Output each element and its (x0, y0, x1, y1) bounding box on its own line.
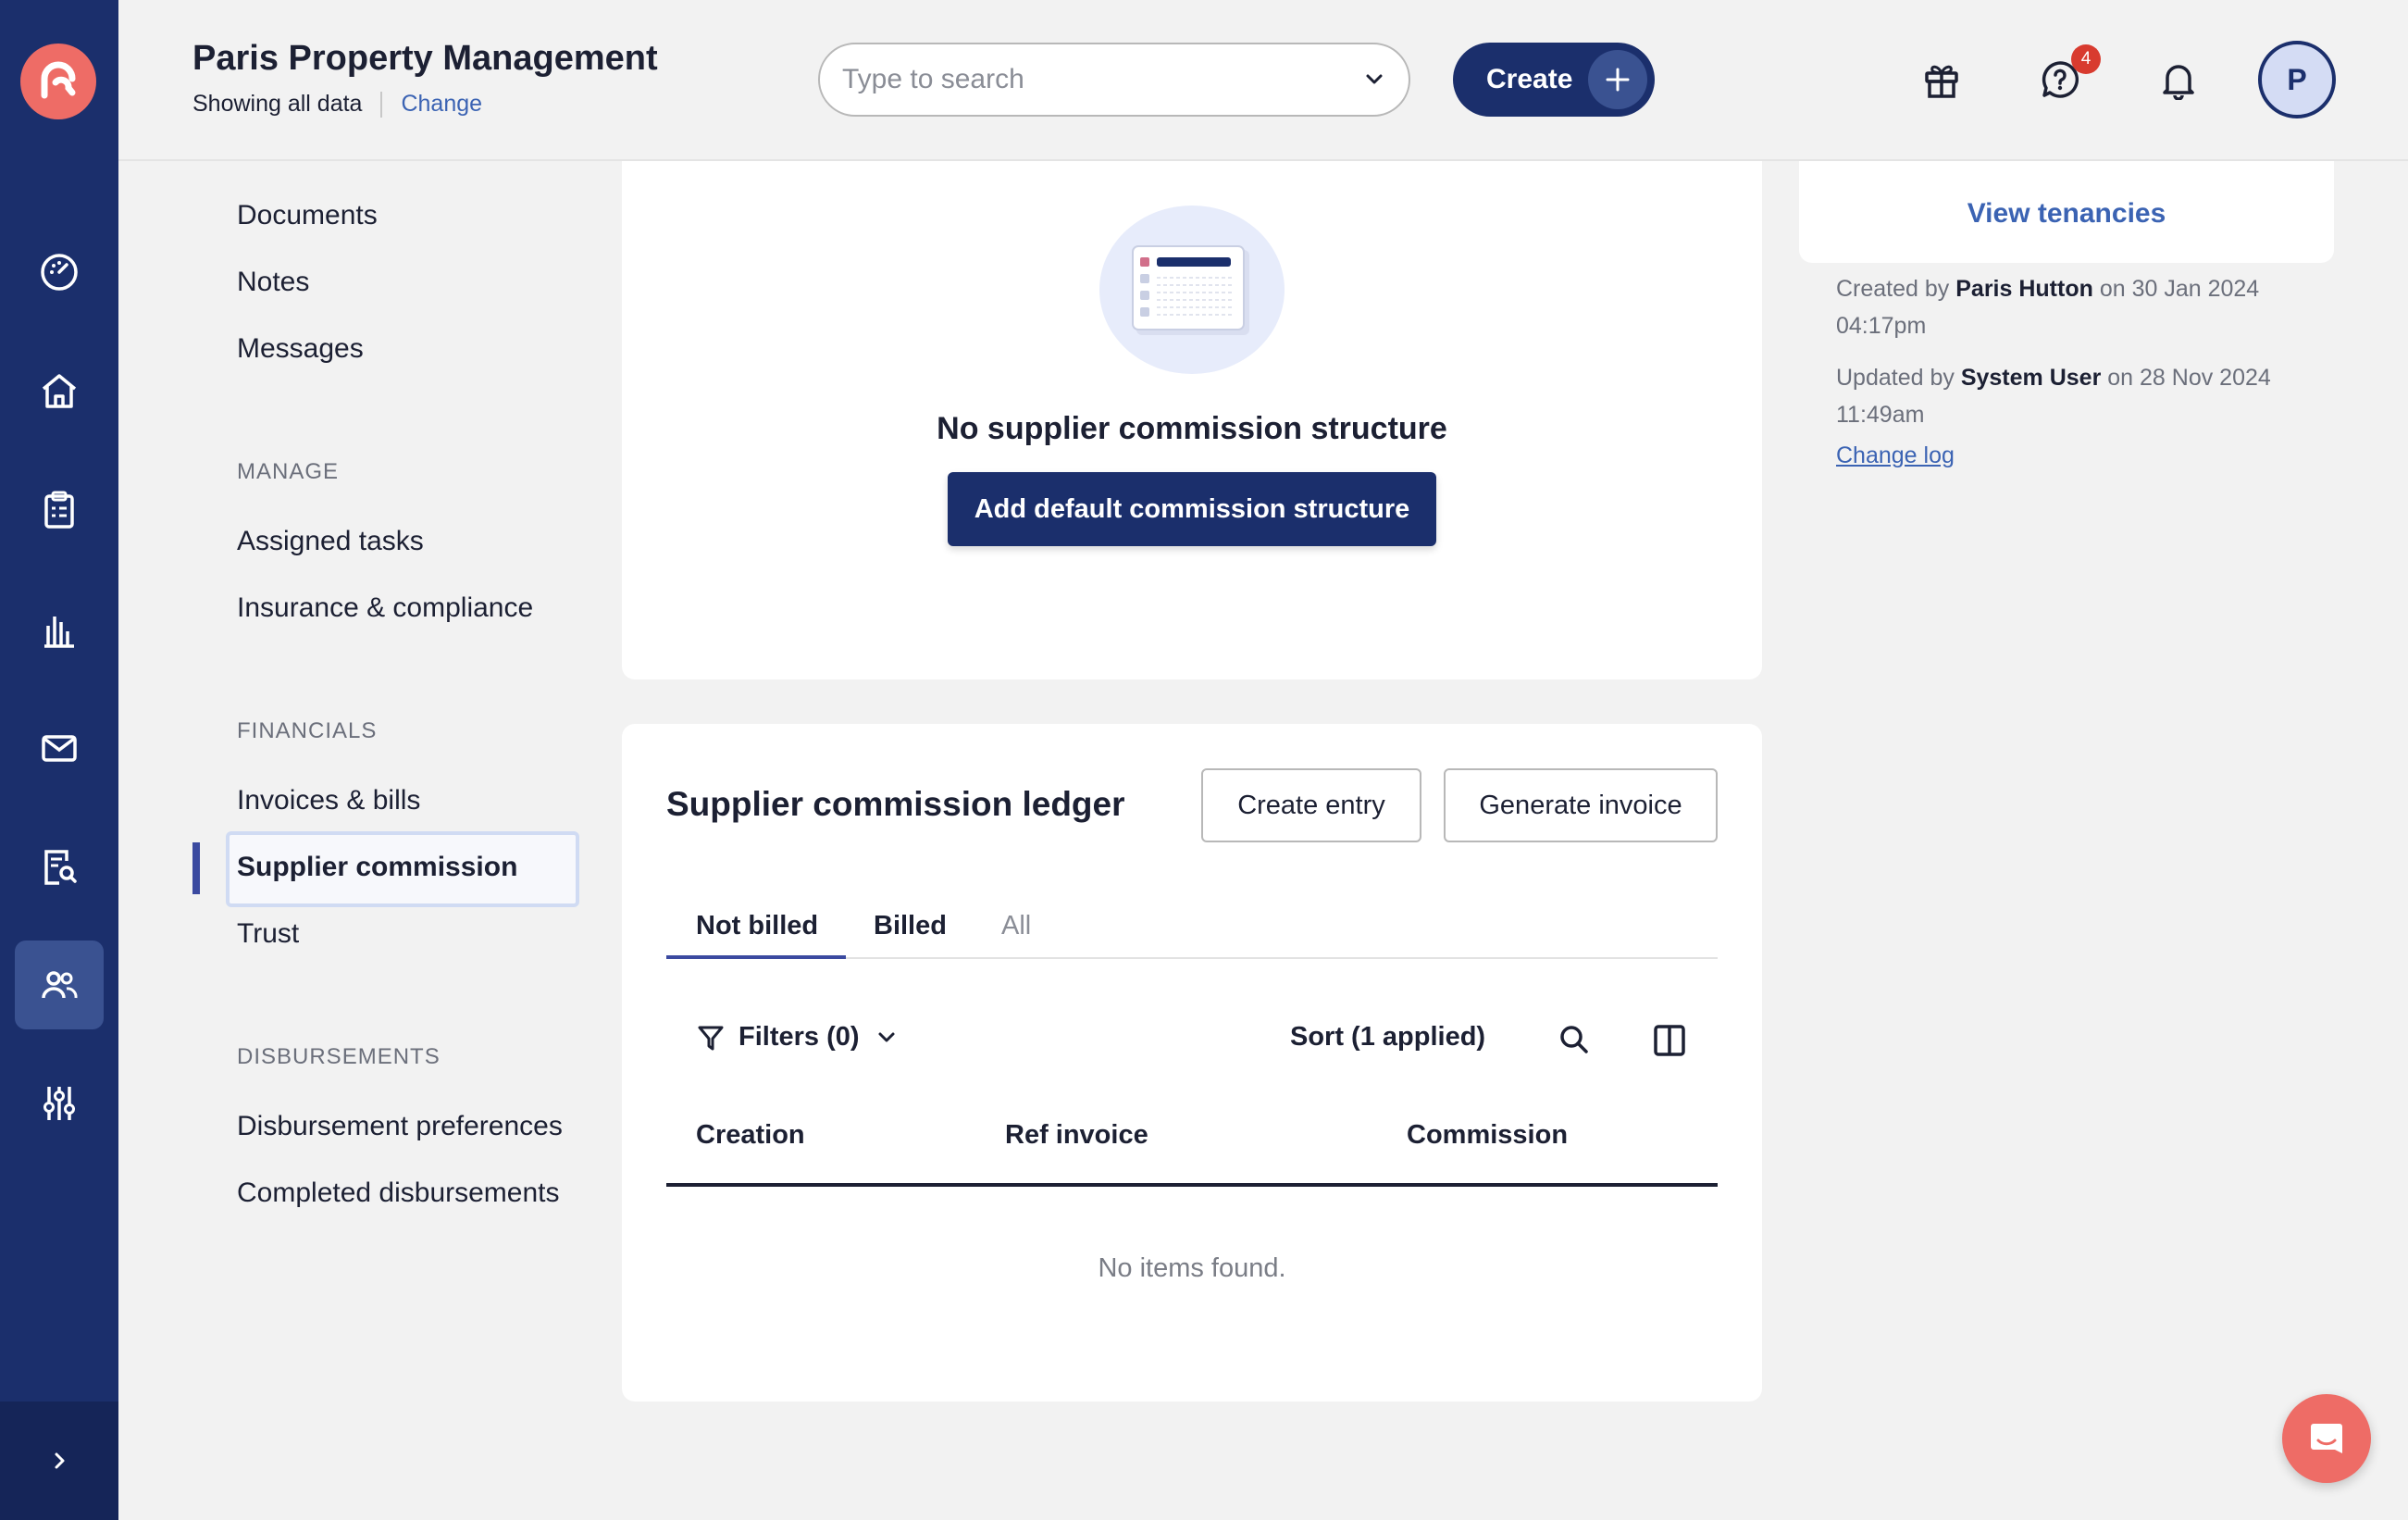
change-scope-link[interactable]: Change (401, 91, 482, 118)
user-avatar[interactable]: P (2258, 41, 2336, 118)
plus-icon (1588, 50, 1647, 109)
notification-badge: 4 (2071, 44, 2101, 74)
change-log-link[interactable]: Change log (1836, 442, 1955, 469)
create-button-label: Create (1486, 64, 1573, 94)
sort-button[interactable]: Sort (1 applied) (1290, 1022, 1485, 1053)
global-search-input[interactable]: Type to search (818, 43, 1410, 117)
disbursements-heading: DISBURSEMENTS (237, 1044, 441, 1069)
clipboard-icon (44, 491, 74, 529)
filters-label: Filters (0) (739, 1022, 860, 1052)
logo-icon (41, 61, 76, 99)
spreadsheet-icon (1132, 245, 1249, 335)
mail-icon (42, 735, 77, 762)
filter-icon (698, 1026, 724, 1050)
created-prefix: Created by (1836, 276, 1950, 302)
chat-icon (2311, 1424, 2342, 1453)
filters-button[interactable]: Filters (0) (696, 1022, 899, 1053)
tab-not-billed[interactable]: Not billed (666, 900, 846, 959)
subnav-assigned-tasks[interactable]: Assigned tasks (237, 526, 424, 557)
nav-properties[interactable] (15, 346, 104, 435)
divider (380, 91, 383, 118)
sliders-icon (43, 1087, 75, 1120)
document-search-icon (44, 850, 77, 885)
subnav-documents[interactable]: Documents (237, 200, 378, 231)
subnav-notes[interactable]: Notes (237, 267, 309, 298)
add-default-commission-button[interactable]: Add default commission structure (948, 472, 1436, 546)
subnav-completed-disbursements[interactable]: Completed disbursements (237, 1177, 560, 1209)
gift-icon[interactable] (1914, 52, 1969, 107)
empty-table-message: No items found. (1098, 1253, 1286, 1283)
subnav-messages[interactable]: Messages (237, 333, 364, 365)
nav-settings[interactable] (15, 1059, 104, 1148)
tab-all[interactable]: All (1001, 900, 1031, 959)
financials-heading: FINANCIALS (237, 718, 378, 743)
updated-prefix: Updated by (1836, 365, 1955, 391)
columns-icon[interactable] (1653, 1024, 1686, 1057)
ledger-title: Supplier commission ledger (666, 785, 1125, 823)
data-scope: Showing all data Change (192, 91, 482, 118)
organisation-title: Paris Property Management (192, 39, 658, 78)
column-creation[interactable]: Creation (696, 1120, 805, 1151)
subnav-invoices-bills[interactable]: Invoices & bills (237, 785, 420, 816)
subnav-insurance-compliance[interactable]: Insurance & compliance (237, 592, 533, 624)
table-header-divider (666, 1183, 1718, 1187)
dashboard-gauge-icon (41, 254, 78, 291)
subnav-supplier-commission[interactable]: Supplier commission (237, 852, 517, 883)
expand-sidebar-button[interactable] (0, 1402, 118, 1520)
ledger-tabs: Not billed Billed All (666, 900, 1718, 959)
home-icon (42, 374, 77, 408)
app-logo[interactable] (20, 44, 96, 119)
nav-dashboard[interactable] (15, 228, 104, 317)
create-button[interactable]: Create (1453, 43, 1655, 117)
tab-billed[interactable]: Billed (874, 900, 947, 959)
search-icon[interactable] (1558, 1024, 1590, 1055)
main-navigation-rail (0, 0, 118, 1520)
nav-reports[interactable] (15, 585, 104, 674)
bar-chart-icon (44, 617, 74, 648)
column-commission[interactable]: Commission (1407, 1120, 1568, 1151)
updated-metadata: Updated by System User on 28 Nov 2024 11… (1836, 359, 2317, 433)
active-indicator (192, 842, 200, 894)
subnav-trust[interactable]: Trust (237, 918, 299, 950)
view-tenancies-link[interactable]: View tenancies (1799, 198, 2334, 230)
chat-launcher-button[interactable] (2282, 1394, 2371, 1483)
create-entry-button[interactable]: Create entry (1201, 768, 1421, 842)
empty-state-illustration (1099, 206, 1285, 374)
sort-label: Sort (1 applied) (1290, 1022, 1486, 1052)
generate-invoice-button[interactable]: Generate invoice (1444, 768, 1718, 842)
tenancies-card: View tenancies (1799, 161, 2334, 263)
empty-state-title: No supplier commission structure (937, 411, 1447, 446)
people-icon (42, 971, 78, 999)
updated-by-user: System User (1960, 365, 2102, 391)
column-ref-invoice[interactable]: Ref invoice (1005, 1120, 1148, 1151)
nav-contacts[interactable] (15, 941, 104, 1029)
commission-structure-card: No supplier commission structure Add def… (622, 161, 1762, 679)
manage-heading: MANAGE (237, 459, 340, 484)
subnav-disbursement-preferences[interactable]: Disbursement preferences (237, 1111, 563, 1142)
bell-icon[interactable] (2151, 52, 2206, 107)
created-by-user: Paris Hutton (1955, 276, 2093, 302)
nav-inspections[interactable] (15, 822, 104, 911)
chevron-right-icon (55, 1452, 65, 1469)
created-metadata: Created by Paris Hutton on 30 Jan 2024 0… (1836, 270, 2317, 344)
search-placeholder: Type to search (842, 64, 1024, 94)
nav-tasks[interactable] (15, 466, 104, 554)
data-scope-label: Showing all data (192, 91, 363, 117)
chevron-down-icon[interactable] (1362, 68, 1386, 92)
nav-messages[interactable] (15, 704, 104, 792)
chevron-down-icon (878, 1032, 895, 1041)
commission-ledger-card: Supplier commission ledger Create entry … (622, 724, 1762, 1402)
